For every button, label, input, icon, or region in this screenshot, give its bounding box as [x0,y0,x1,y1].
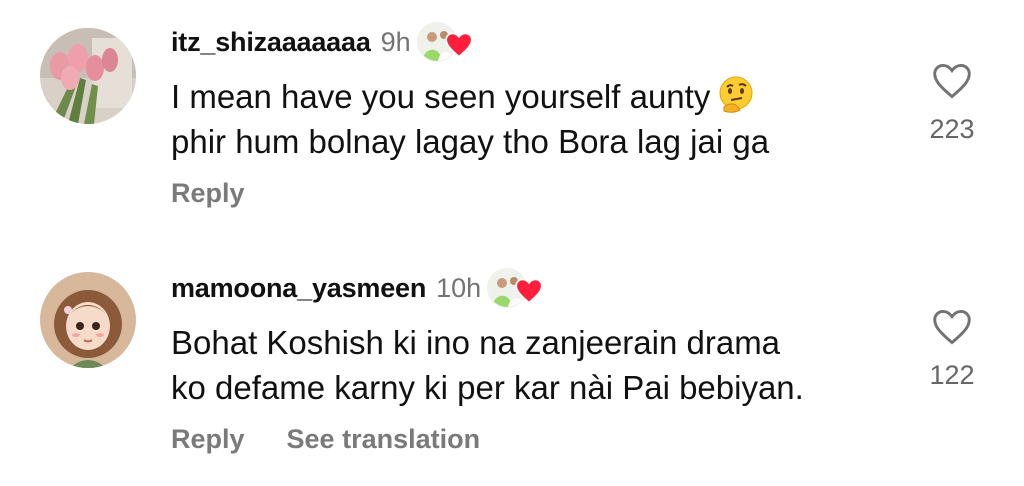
like-count: 122 [929,360,975,390]
username[interactable]: mamoona_yasmeen [171,273,426,304]
avatar[interactable] [40,272,136,368]
heart-icon [444,32,473,58]
avatar[interactable] [40,28,136,124]
comment-actions: Reply See translation [171,424,480,455]
comment-text-line: phir hum bolnay lagay tho Bora lag jai g… [171,123,770,160]
liked-by-author-badge [416,22,473,62]
like-section: 223 [920,62,984,145]
timestamp: 10h [436,272,482,303]
comment-item: itz_shizaaaaaaa 9h I mean have you seen … [0,0,1024,240]
liked-by-author-badge [487,268,543,308]
heart-outline-icon[interactable] [931,62,973,100]
thinking-face-icon [719,76,753,113]
comment-text-line: I mean have you seen yourself aunty [171,78,711,115]
comment-meta: mamoona_yasmeen 10h [171,268,543,308]
comment-text-line: Bohat Koshish ki ino na zanjeerain drama [171,324,781,361]
comment-text: Bohat Koshish ki ino na zanjeerain drama… [171,320,871,410]
like-count: 223 [929,114,975,144]
see-translation-button[interactable]: See translation [287,424,481,455]
comment-actions: Reply [171,178,245,209]
like-section: 122 [920,308,984,391]
reply-button[interactable]: Reply [171,424,245,455]
heart-icon [515,278,543,304]
comment-item: mamoona_yasmeen 10h Bohat Koshish ki ino… [0,246,1024,486]
comment-meta: itz_shizaaaaaaa 9h [171,22,473,62]
heart-outline-icon[interactable] [931,308,973,346]
reply-button[interactable]: Reply [171,178,245,209]
comment-text-line: ko defame karny ki per kar nài Pai bebiy… [171,369,804,406]
timestamp: 9h [380,26,411,57]
comment-text: I mean have you seen yourself aunty phir… [171,74,871,164]
username[interactable]: itz_shizaaaaaaa [171,27,371,58]
